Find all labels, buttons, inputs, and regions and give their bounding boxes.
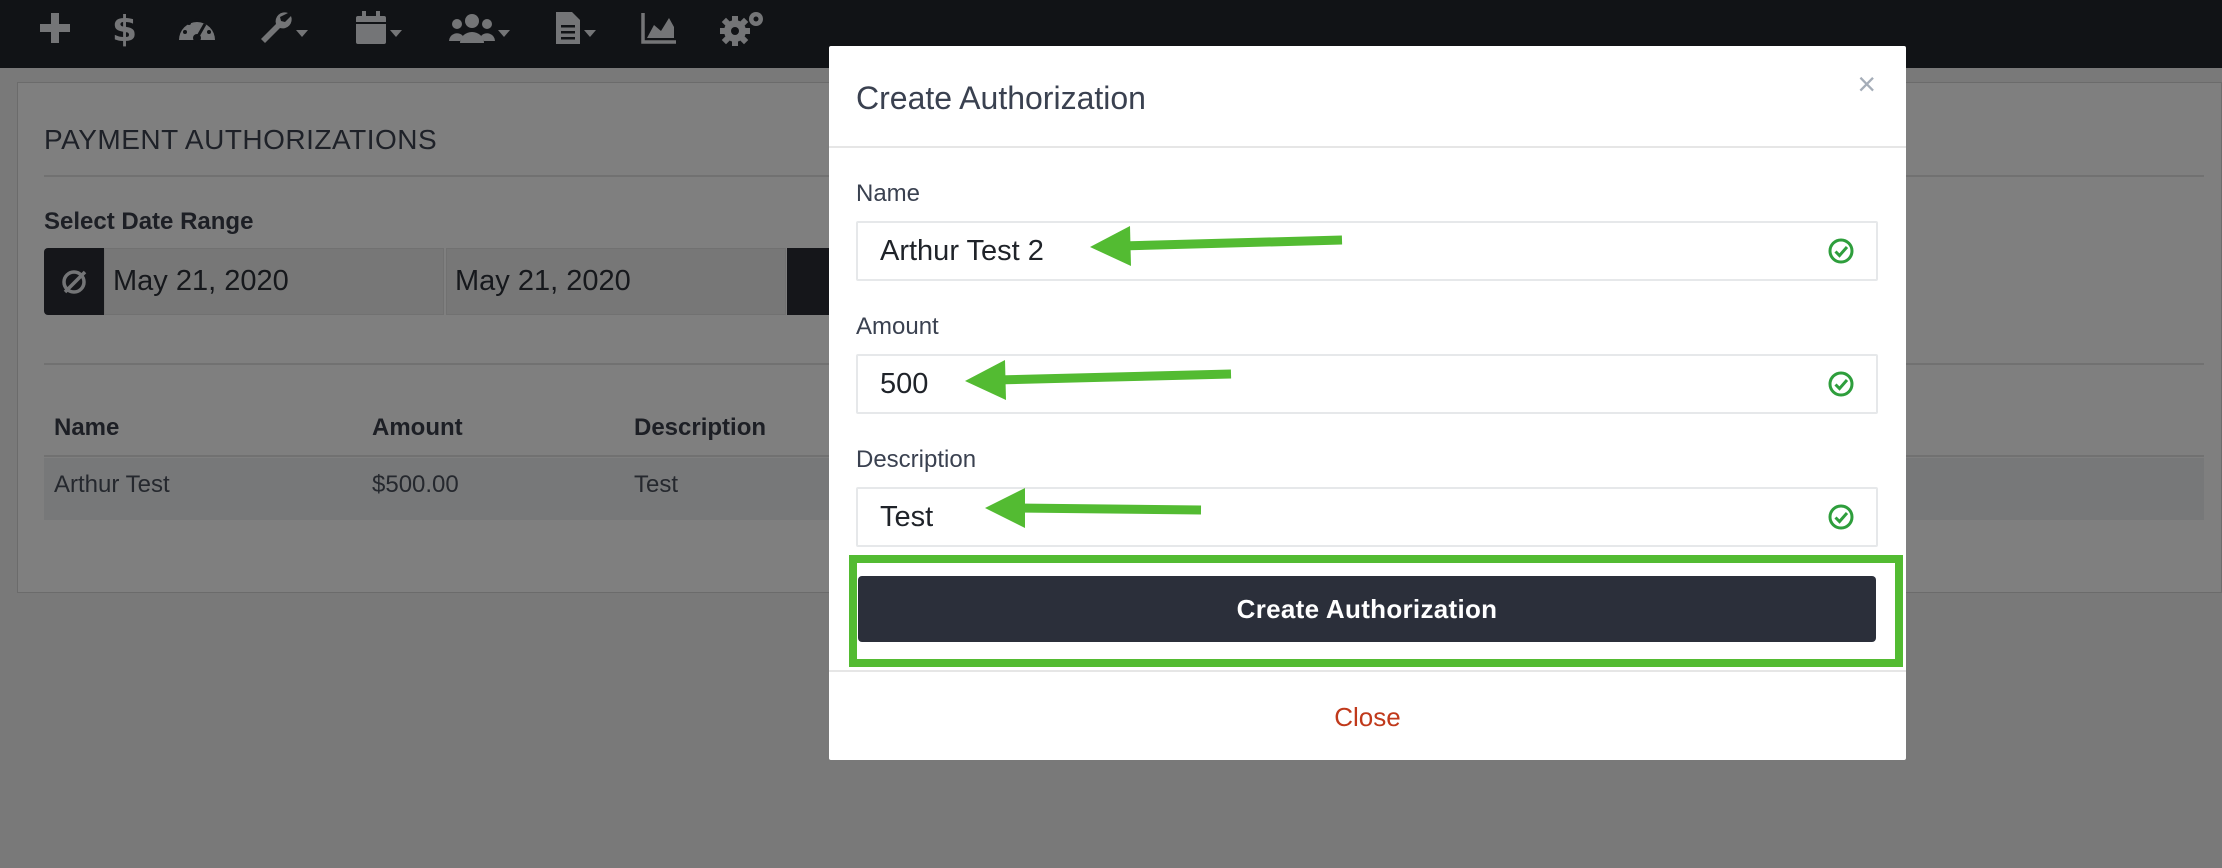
annotation-arrow-description xyxy=(985,488,1202,528)
annotation-arrows xyxy=(965,226,1343,528)
annotation-arrow-name xyxy=(1090,226,1343,266)
annotation-arrow-amount xyxy=(965,360,1232,400)
